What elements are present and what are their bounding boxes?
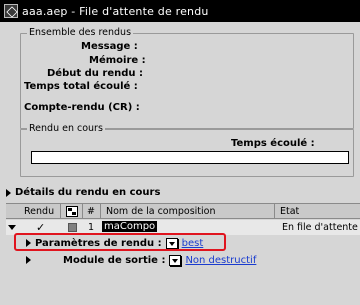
header-divider: [60, 204, 61, 219]
queue-row-number: 1: [88, 222, 95, 233]
all-renders-legend: Ensemble des rendus: [27, 27, 134, 38]
message-label: Message :: [81, 41, 138, 52]
header-status[interactable]: Etat: [280, 206, 299, 217]
title-bar: aaa.aep - File d'attente de rendu: [0, 0, 360, 22]
memory-label: Mémoire :: [89, 55, 146, 66]
header-divider: [100, 204, 101, 219]
queue-row-comp-name[interactable]: maCompo: [102, 221, 158, 232]
current-render-details-toggle[interactable]: Détails du rendu en cours: [6, 187, 160, 198]
render-progress-bar: [31, 151, 349, 164]
render-start-label: Début du rendu :: [47, 68, 143, 79]
label-column-icon[interactable]: [66, 206, 78, 217]
label-color-box[interactable]: [68, 223, 77, 232]
output-module-label: Module de sortie :: [63, 254, 166, 266]
current-render-group: Rendu en cours Temps écoulé :: [20, 123, 354, 177]
log-label: Compte-rendu (CR) :: [24, 102, 140, 113]
current-render-legend: Rendu en cours: [27, 123, 105, 134]
expand-triangle-icon: [6, 188, 11, 197]
window-title: aaa.aep - File d'attente de rendu: [22, 4, 209, 18]
queue-table-header: Rendu # Nom de la composition Etat: [6, 203, 360, 219]
header-divider: [274, 204, 275, 219]
after-effects-icon: [4, 4, 18, 18]
render-checkbox[interactable]: ✓: [36, 221, 48, 234]
current-render-details-label: Détails du rendu en cours: [15, 187, 161, 198]
all-renders-group: Ensemble des rendus Message : Mémoire : …: [20, 27, 354, 129]
render-queue-window: Ensemble des rendus Message : Mémoire : …: [0, 22, 360, 305]
header-divider: [82, 204, 83, 219]
header-comp-name[interactable]: Nom de la composition: [106, 206, 216, 217]
elapsed-time-label: Temps écoulé :: [231, 138, 315, 149]
expand-triangle-icon[interactable]: [26, 256, 31, 264]
output-module-value[interactable]: Non destructif: [185, 255, 256, 266]
header-number[interactable]: #: [87, 206, 95, 217]
collapse-triangle-icon[interactable]: [8, 225, 16, 230]
header-render[interactable]: Rendu: [24, 206, 54, 217]
output-module-dropdown[interactable]: [169, 254, 182, 266]
queue-row-status: En file d'attente: [282, 222, 358, 233]
render-settings-highlight: [14, 233, 226, 251]
total-elapsed-label: Temps total écoulé :: [24, 81, 138, 92]
output-module-row: Module de sortie : Non destructif: [0, 252, 360, 268]
